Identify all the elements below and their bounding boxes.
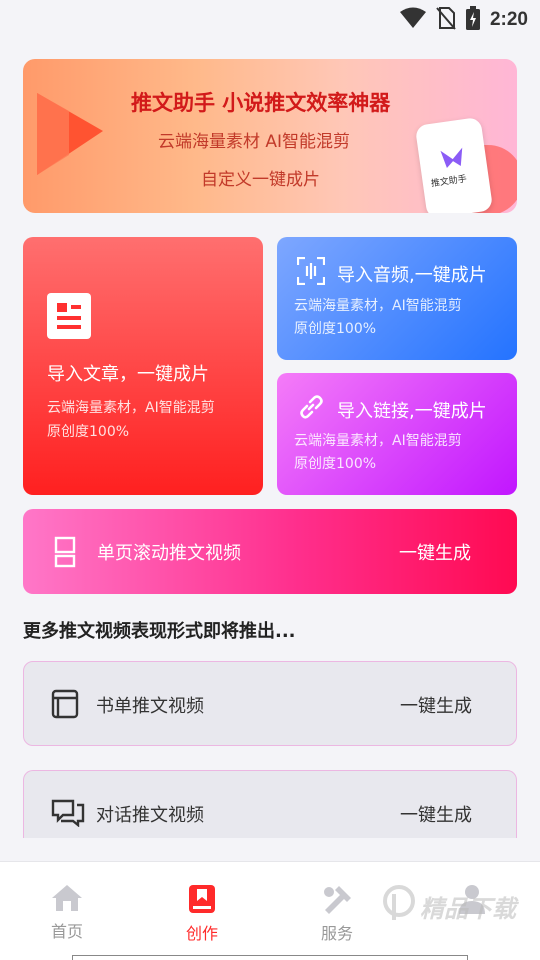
booklist-video-card[interactable]: 书单推文视频 一键生成 (23, 661, 517, 746)
audio-scan-icon (296, 256, 326, 289)
wifi-icon (399, 7, 426, 33)
watermark-text: 精品下载 (420, 894, 516, 923)
banner-headline: 推文助手 小说推文效率神器 (131, 91, 391, 115)
import-link-card[interactable]: 导入链接,一键成片 云端海量素材，AI智能混剪 原创度100% (277, 373, 517, 495)
import-article-originality: 原创度100% (47, 424, 130, 440)
phone-app-name: 推文助手 (430, 174, 468, 190)
tab-service-label: 服务 (320, 924, 353, 943)
megaphone-icon (29, 89, 109, 183)
import-audio-card[interactable]: 导入音频,一键成片 云端海量素材，AI智能混剪 原创度100% (277, 237, 517, 360)
link-icon (297, 393, 325, 425)
scroll-video-label: 单页滚动推文视频 (97, 543, 241, 564)
booklist-video-label: 书单推文视频 (96, 696, 204, 717)
status-bar: 2:20 (0, 0, 540, 36)
chat-icon (51, 797, 85, 831)
import-article-title: 导入文章，一键成片 (47, 364, 209, 385)
gesture-bar (72, 955, 468, 960)
booklist-video-generate-button[interactable]: 一键生成 (400, 692, 472, 718)
tab-service[interactable]: 服务 (297, 884, 377, 944)
import-article-card[interactable]: 导入文章，一键成片 云端海量素材，AI智能混剪 原创度100% (23, 237, 263, 495)
home-icon (51, 885, 83, 916)
import-audio-originality: 原创度100% (294, 321, 377, 337)
more-forms-heading: 更多推文视频表现形式即将推出... (23, 621, 296, 642)
bookmark-icon (188, 885, 216, 918)
watermark: 精品下载 (382, 884, 516, 928)
promo-banner[interactable]: 推文助手 小说推文效率神器 云端海量素材 AI智能混剪 自定义一键成片 推文助手 (23, 59, 517, 213)
tools-icon (321, 886, 353, 918)
import-audio-desc: 云端海量素材，AI智能混剪 (294, 298, 462, 314)
dialogue-video-label: 对话推文视频 (96, 805, 204, 826)
import-audio-title: 导入音频,一键成片 (337, 265, 487, 286)
watermark-logo-icon (382, 884, 416, 928)
scroll-layout-icon (54, 536, 76, 572)
import-link-desc: 云端海量素材，AI智能混剪 (294, 433, 462, 449)
no-sim-icon (436, 6, 456, 34)
import-article-desc: 云端海量素材，AI智能混剪 (47, 400, 215, 416)
document-icon (47, 293, 91, 343)
scroll-video-generate-button[interactable]: 一键生成 (399, 539, 471, 565)
phone-illustration: 推文助手 (414, 116, 494, 213)
tab-home-label: 首页 (50, 922, 83, 941)
app-logo-icon (438, 145, 467, 170)
single-page-scroll-video-card[interactable]: 单页滚动推文视频 一键生成 (23, 509, 517, 594)
import-link-originality: 原创度100% (294, 456, 377, 472)
battery-charging-icon (465, 6, 480, 34)
dialogue-video-generate-button[interactable]: 一键生成 (400, 801, 472, 827)
dialogue-video-card[interactable]: 对话推文视频 一键生成 (23, 770, 517, 838)
tab-home[interactable]: 首页 (27, 884, 107, 942)
tab-create[interactable]: 创作 (162, 884, 242, 944)
banner-subline: 云端海量素材 AI智能混剪 (158, 132, 351, 152)
import-link-title: 导入链接,一键成片 (337, 401, 487, 422)
clock: 2:20 (489, 9, 528, 30)
tab-create-label: 创作 (185, 924, 218, 943)
banner-tagline: 自定义一键成片 (201, 170, 320, 190)
book-icon (51, 689, 79, 723)
